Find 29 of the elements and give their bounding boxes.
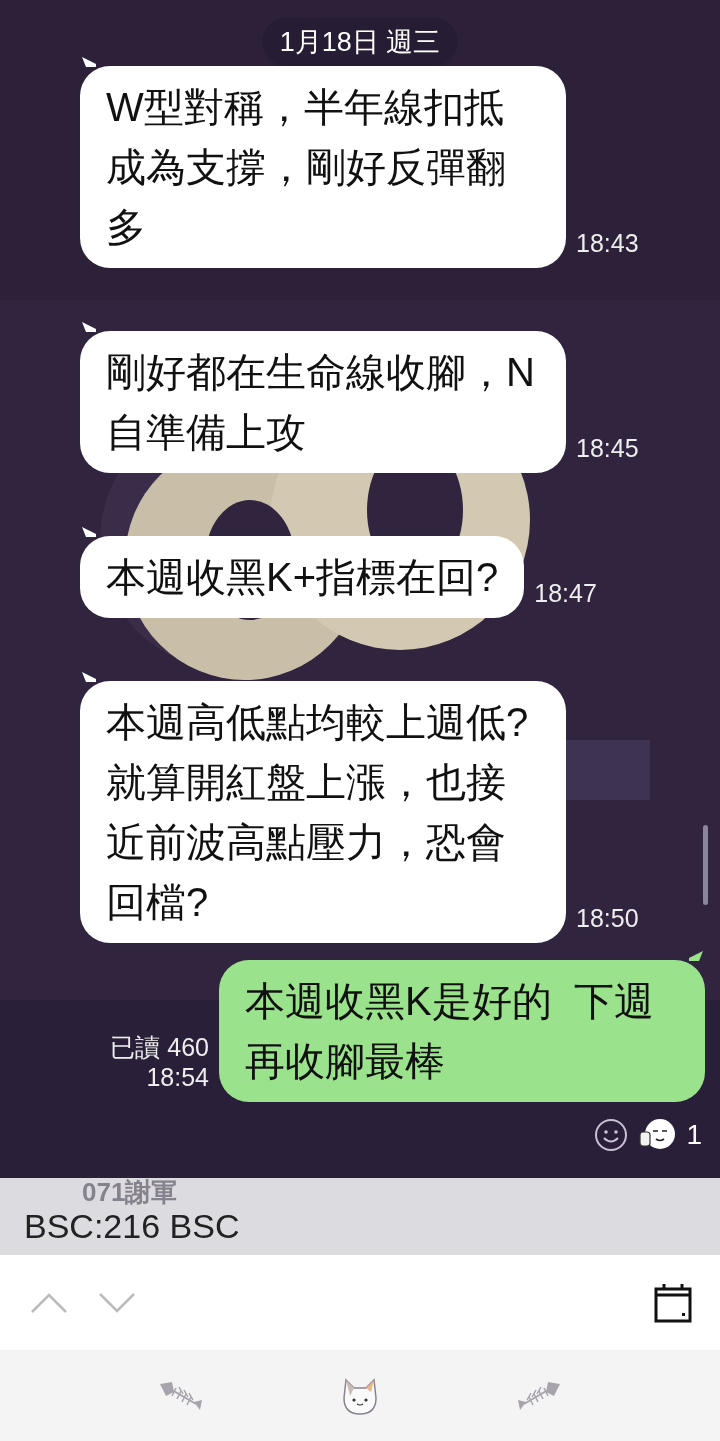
- thumbs-up-sticker-icon[interactable]: [638, 1118, 677, 1152]
- calendar-button[interactable]: [654, 1282, 692, 1323]
- bubble-tail-icon: [689, 951, 703, 961]
- date-divider: 1月18日 週三: [261, 18, 459, 66]
- bubble-tail-icon: [82, 322, 96, 332]
- bubble-tail-icon: [82, 672, 96, 682]
- smiley-icon[interactable]: [594, 1118, 629, 1152]
- message-bubble: 剛好都在生命線收腳，N自準備上攻: [80, 331, 566, 473]
- message-bubble: 本週收黑K是好的 下週再收腳最棒: [219, 960, 705, 1102]
- search-result-text: BSC:216 BSC: [24, 1206, 241, 1246]
- fishbone-icon[interactable]: [516, 1379, 562, 1412]
- message-bubble: W型對稱，半年線扣抵成為支撐，剛好反彈翻多: [80, 66, 566, 268]
- bubble-tail-icon: [82, 57, 96, 67]
- message-time: 18:54: [146, 1062, 209, 1092]
- sender-name: 071謝軍: [82, 1178, 179, 1206]
- message-time: 18:45: [576, 434, 639, 463]
- scrollbar[interactable]: [703, 825, 708, 905]
- message-time: 18:43: [576, 229, 639, 258]
- previous-result-button[interactable]: [30, 1291, 68, 1314]
- next-result-button[interactable]: [98, 1291, 136, 1314]
- message-bubble: 本週高低點均較上週低?就算開紅盤上漲，也接近前波高點壓力，恐會回檔?: [80, 681, 566, 943]
- reaction-count: 1: [686, 1119, 702, 1151]
- cat-icon[interactable]: [340, 1375, 380, 1416]
- bubble-tail-icon: [82, 527, 96, 537]
- read-receipt: 已讀 460: [110, 1032, 209, 1062]
- message-time: 18:50: [576, 904, 639, 933]
- fishbone-icon[interactable]: [158, 1379, 204, 1412]
- message-bubble: 本週收黑K+指標在回?: [80, 536, 525, 618]
- message-time: 18:47: [534, 579, 597, 608]
